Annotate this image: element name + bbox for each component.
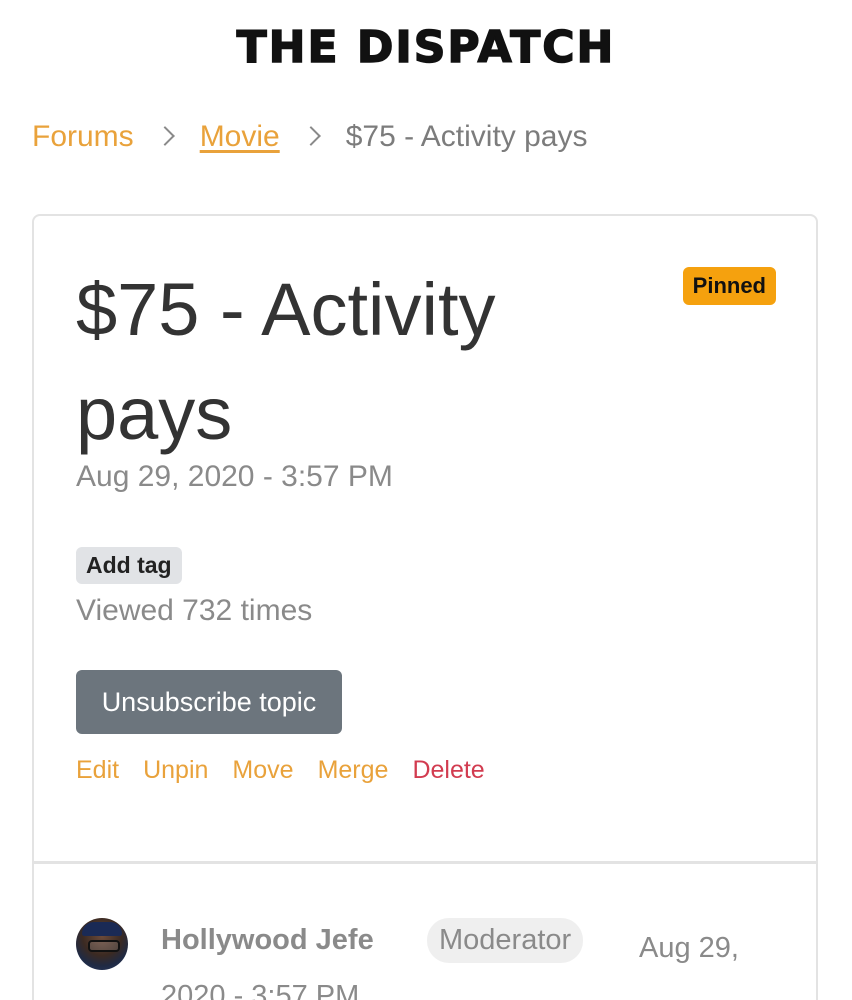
add-tag-button[interactable]: Add tag [76,547,182,584]
delete-link[interactable]: Delete [412,756,484,785]
avatar[interactable] [76,918,128,970]
chevron-right-icon [304,122,322,152]
merge-link[interactable]: Merge [318,756,389,785]
breadcrumb-forums-link[interactable]: Forums [32,120,134,154]
site-logo[interactable]: THE DISPATCH [0,21,852,74]
divider [34,861,816,864]
topic-card: $75 - Activity pays Pinned Aug 29, 2020 … [32,214,818,1000]
page: THE DISPATCH Forums Movie $75 - Activity… [0,0,852,1000]
post-date: Aug 29, 2020 - 3:57 PM [161,932,739,1000]
unpin-link[interactable]: Unpin [143,756,208,785]
edit-link[interactable]: Edit [76,756,119,785]
breadcrumb-movie-link[interactable]: Movie [200,120,280,154]
pinned-badge: Pinned [682,267,776,305]
unsubscribe-topic-button[interactable]: Unsubscribe topic [76,670,342,734]
topic-title: $75 - Activity pays [76,268,496,455]
move-link[interactable]: Move [232,756,293,785]
topic-date: Aug 29, 2020 - 3:57 PM [76,460,393,493]
breadcrumb: Forums Movie $75 - Activity pays [32,120,588,154]
view-count: Viewed 732 times [76,594,313,627]
topic-actions: Edit Unpin Move Merge Delete [76,756,485,785]
breadcrumb-current: $75 - Activity pays [345,120,588,153]
chevron-right-icon [158,122,176,152]
